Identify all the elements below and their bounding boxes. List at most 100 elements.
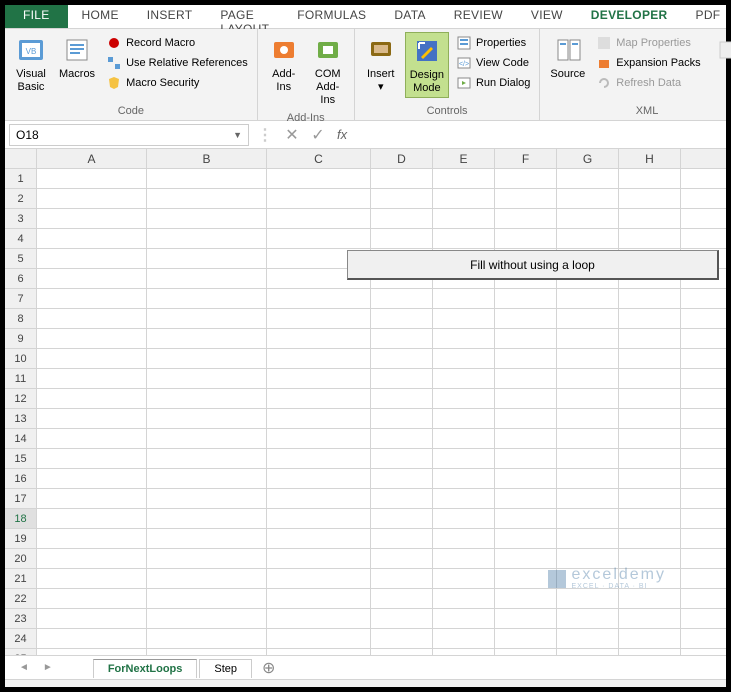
- cell[interactable]: [147, 549, 267, 569]
- cell[interactable]: [619, 649, 681, 655]
- cell[interactable]: [37, 629, 147, 649]
- cell[interactable]: [147, 169, 267, 189]
- cell[interactable]: [619, 449, 681, 469]
- cell[interactable]: [681, 229, 726, 249]
- row-header[interactable]: 25: [5, 649, 37, 655]
- row-header[interactable]: 19: [5, 529, 37, 549]
- cell[interactable]: [557, 529, 619, 549]
- cell[interactable]: [371, 389, 433, 409]
- cell[interactable]: [495, 169, 557, 189]
- cell[interactable]: [495, 449, 557, 469]
- cell[interactable]: [681, 609, 726, 629]
- col-header-f[interactable]: F: [495, 149, 557, 169]
- tab-home[interactable]: HOME: [68, 5, 133, 28]
- cell[interactable]: [147, 309, 267, 329]
- row-header[interactable]: 6: [5, 269, 37, 289]
- fx-icon[interactable]: fx: [333, 127, 351, 142]
- cell[interactable]: [681, 309, 726, 329]
- cell[interactable]: [681, 349, 726, 369]
- tab-view[interactable]: VIEW: [517, 5, 577, 28]
- col-header-d[interactable]: D: [371, 149, 433, 169]
- row-header[interactable]: 10: [5, 349, 37, 369]
- cell[interactable]: [147, 209, 267, 229]
- cell[interactable]: [619, 489, 681, 509]
- cell[interactable]: [37, 289, 147, 309]
- cell[interactable]: [495, 489, 557, 509]
- cell[interactable]: [495, 409, 557, 429]
- cell[interactable]: [557, 469, 619, 489]
- cell[interactable]: [433, 469, 495, 489]
- cell[interactable]: [433, 569, 495, 589]
- cell[interactable]: [619, 389, 681, 409]
- col-header-a[interactable]: A: [37, 149, 147, 169]
- com-addins-button[interactable]: COMAdd-Ins: [308, 32, 348, 110]
- cell[interactable]: [557, 509, 619, 529]
- cell[interactable]: [619, 629, 681, 649]
- cell[interactable]: [147, 229, 267, 249]
- sheet-tab-step[interactable]: Step: [199, 659, 252, 678]
- cell[interactable]: [267, 169, 371, 189]
- cell[interactable]: [267, 189, 371, 209]
- row-header[interactable]: 14: [5, 429, 37, 449]
- cell[interactable]: [371, 189, 433, 209]
- cell[interactable]: [557, 169, 619, 189]
- cell[interactable]: [557, 629, 619, 649]
- cell[interactable]: [37, 209, 147, 229]
- cell[interactable]: [37, 649, 147, 655]
- cell[interactable]: [495, 329, 557, 349]
- cell[interactable]: [495, 649, 557, 655]
- cell[interactable]: [147, 429, 267, 449]
- addins-button[interactable]: Add-Ins: [264, 32, 304, 96]
- cell[interactable]: [267, 629, 371, 649]
- row-header[interactable]: 11: [5, 369, 37, 389]
- cell[interactable]: [681, 169, 726, 189]
- name-box[interactable]: O18 ▼: [9, 124, 249, 146]
- cell[interactable]: [495, 429, 557, 449]
- add-sheet-button[interactable]: ⊕: [254, 658, 283, 678]
- worksheet-grid[interactable]: A B C D E F G H 123456789101112131415161…: [5, 149, 726, 655]
- cell[interactable]: [267, 289, 371, 309]
- visual-basic-button[interactable]: VB VisualBasic: [11, 32, 51, 96]
- cell[interactable]: [433, 369, 495, 389]
- cell[interactable]: [619, 229, 681, 249]
- cell[interactable]: [681, 429, 726, 449]
- cell[interactable]: [619, 189, 681, 209]
- cell[interactable]: [267, 349, 371, 369]
- cell[interactable]: [267, 529, 371, 549]
- cell[interactable]: [37, 329, 147, 349]
- cell[interactable]: [433, 509, 495, 529]
- use-relative-button[interactable]: Use Relative References: [103, 54, 251, 72]
- row-header[interactable]: 22: [5, 589, 37, 609]
- formula-input[interactable]: [355, 126, 722, 144]
- tab-formulas[interactable]: FORMULAS: [283, 5, 380, 28]
- row-header[interactable]: 21: [5, 569, 37, 589]
- cell[interactable]: [495, 369, 557, 389]
- cell[interactable]: [267, 589, 371, 609]
- cell[interactable]: [681, 409, 726, 429]
- tab-review[interactable]: REVIEW: [440, 5, 517, 28]
- cell[interactable]: [433, 429, 495, 449]
- cell[interactable]: [433, 189, 495, 209]
- cell[interactable]: [371, 209, 433, 229]
- cell[interactable]: [557, 209, 619, 229]
- cell[interactable]: [37, 469, 147, 489]
- cell[interactable]: [433, 449, 495, 469]
- record-macro-button[interactable]: Record Macro: [103, 34, 251, 52]
- cell[interactable]: [371, 649, 433, 655]
- map-properties-button[interactable]: Map Properties: [593, 34, 703, 52]
- cell[interactable]: [681, 649, 726, 655]
- cell[interactable]: [267, 389, 371, 409]
- cell[interactable]: [619, 609, 681, 629]
- cell[interactable]: [619, 409, 681, 429]
- select-all-cell[interactable]: [5, 149, 37, 169]
- cell[interactable]: [495, 549, 557, 569]
- cell[interactable]: [557, 429, 619, 449]
- view-code-button[interactable]: </>View Code: [453, 54, 533, 72]
- cell[interactable]: [371, 429, 433, 449]
- cell[interactable]: [37, 489, 147, 509]
- xml-extra-button[interactable]: [708, 32, 731, 68]
- cell[interactable]: [619, 509, 681, 529]
- cell[interactable]: [681, 469, 726, 489]
- cell[interactable]: [37, 229, 147, 249]
- cell[interactable]: [495, 609, 557, 629]
